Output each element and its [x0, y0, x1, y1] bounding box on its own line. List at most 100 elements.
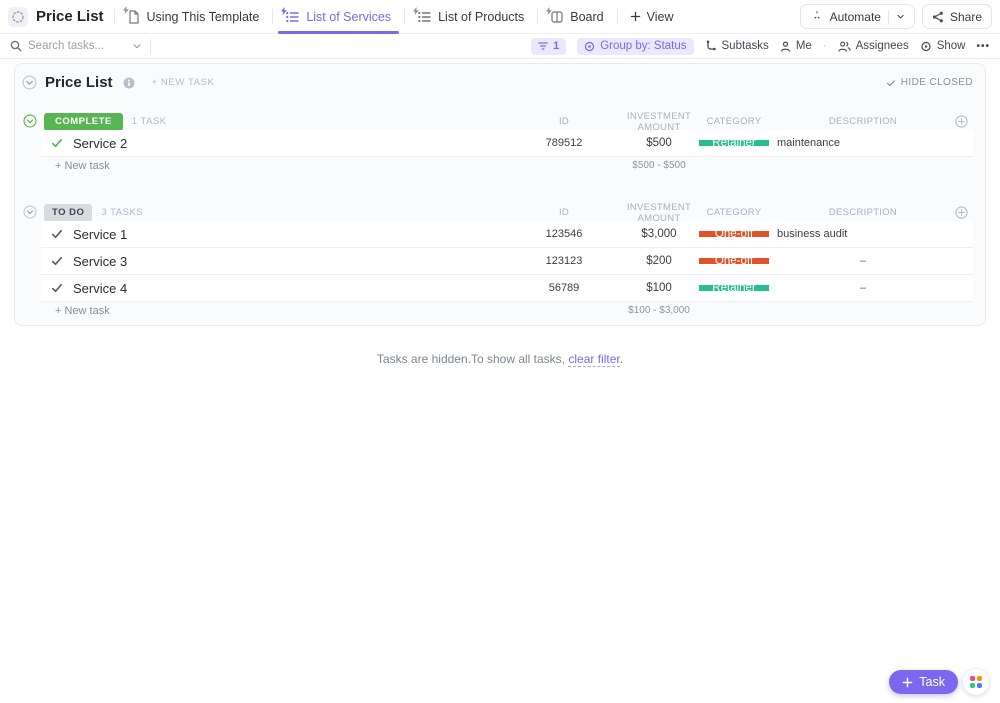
share-button[interactable]: Share	[922, 4, 992, 29]
subtasks-button[interactable]: Subtasks	[705, 40, 769, 52]
me-label: Me	[796, 40, 812, 52]
clear-filter-link[interactable]: clear filter	[568, 352, 619, 367]
page-title: Price List	[36, 8, 104, 25]
tab-board[interactable]: Board	[538, 0, 616, 33]
column-header-description[interactable]: DESCRIPTION	[769, 116, 949, 127]
hidden-tasks-period: .	[620, 352, 623, 366]
app-header: Price List Using This Template List of S…	[0, 0, 1000, 34]
task-amount[interactable]: $3,000	[619, 228, 699, 240]
task-name[interactable]: Service 3	[73, 254, 127, 269]
me-filter-button[interactable]: Me	[780, 40, 812, 52]
group-by-pill[interactable]: Group by: Status	[577, 38, 693, 55]
task-id[interactable]: 123546	[509, 228, 619, 240]
group-by-label: Group by: Status	[600, 40, 686, 52]
subtasks-icon	[705, 40, 717, 52]
plus-icon	[630, 11, 641, 22]
add-task-button[interactable]: + New task	[55, 305, 110, 317]
task-complete-check-icon[interactable]	[51, 137, 63, 149]
document-icon	[128, 10, 140, 24]
task-description[interactable]: maintenance	[769, 137, 949, 149]
bolt-icon	[546, 7, 552, 15]
task-id[interactable]: 789512	[509, 137, 619, 149]
group-todo: TO DO 3 TASKS ID INVESTMENT AMOUNT CATEG…	[15, 204, 985, 319]
category-badge[interactable]: One-off	[699, 231, 769, 237]
task-amount[interactable]: $100	[619, 282, 699, 294]
task-id[interactable]: 123123	[509, 255, 619, 267]
task-row[interactable]: Service 2 789512 $500 Retainer maintenan…	[41, 130, 973, 157]
column-header-category[interactable]: CATEGORY	[699, 116, 769, 127]
new-task-top-button[interactable]: + NEW TASK	[152, 77, 215, 88]
add-column-icon[interactable]	[949, 115, 973, 128]
task-name[interactable]: Service 2	[73, 136, 127, 151]
task-row[interactable]: Service 1 123546 $3,000 One-off business…	[41, 221, 973, 248]
category-badge[interactable]: Retainer	[699, 140, 769, 146]
task-name[interactable]: Service 4	[73, 281, 127, 296]
more-icon[interactable]: •••	[976, 41, 990, 52]
amount-range: $500 - $500	[619, 160, 699, 171]
column-header-id[interactable]: ID	[509, 207, 619, 218]
task-check-icon[interactable]	[51, 228, 63, 240]
automate-label: Automate	[830, 10, 881, 24]
share-label: Share	[950, 10, 982, 24]
check-icon	[886, 78, 896, 88]
view-spinner-icon	[8, 7, 28, 27]
fab-task-label: Task	[919, 675, 945, 689]
task-name[interactable]: Service 1	[73, 227, 127, 242]
collapse-list-icon[interactable]	[22, 75, 37, 90]
list-section-header: Price List + NEW TASK HIDE CLOSED	[15, 73, 985, 92]
hide-closed-toggle[interactable]: HIDE CLOSED	[886, 77, 973, 88]
tab-list-of-services[interactable]: List of Services	[273, 0, 404, 33]
robot-icon	[810, 10, 824, 24]
divider	[888, 10, 889, 24]
new-task-fab[interactable]: Task	[889, 670, 958, 694]
category-badge[interactable]: One-off	[699, 258, 769, 264]
search-box[interactable]	[10, 40, 142, 52]
assignees-button[interactable]: Assignees	[838, 40, 909, 52]
show-button[interactable]: Show	[920, 40, 966, 52]
hidden-tasks-text: Tasks are hidden.To show all tasks,	[377, 352, 568, 366]
group-complete: COMPLETE 1 TASK ID INVESTMENT AMOUNT CAT…	[15, 113, 985, 174]
task-description[interactable]: –	[769, 255, 949, 267]
task-check-icon[interactable]	[51, 255, 63, 267]
collapse-group-icon[interactable]	[23, 205, 38, 220]
search-input[interactable]	[28, 40, 126, 52]
tab-label: List of Products	[438, 10, 524, 24]
task-amount[interactable]: $200	[619, 255, 699, 267]
task-description[interactable]: business audit	[769, 228, 949, 240]
column-header-category[interactable]: CATEGORY	[699, 207, 769, 218]
task-row[interactable]: Service 4 56789 $100 Retainer –	[41, 275, 973, 302]
list-card: Price List + NEW TASK HIDE CLOSED COMPLE…	[14, 63, 986, 326]
add-task-button[interactable]: + New task	[55, 160, 110, 172]
task-id[interactable]: 56789	[509, 282, 619, 294]
chevron-down-icon[interactable]	[132, 41, 142, 51]
tab-using-this-template[interactable]: Using This Template	[115, 0, 273, 33]
chevron-down-icon[interactable]	[896, 12, 905, 21]
bolt-icon	[281, 7, 287, 15]
list-icon	[418, 11, 431, 23]
task-description[interactable]: –	[769, 282, 949, 294]
info-icon[interactable]	[123, 77, 135, 89]
column-header-id[interactable]: ID	[509, 116, 619, 127]
collapse-group-icon[interactable]	[23, 114, 38, 129]
task-amount[interactable]: $500	[619, 137, 699, 149]
task-row[interactable]: Service 3 123123 $200 One-off –	[41, 248, 973, 275]
category-badge[interactable]: Retainer	[699, 285, 769, 291]
task-check-icon[interactable]	[51, 282, 63, 294]
show-label: Show	[937, 40, 966, 52]
add-column-icon[interactable]	[949, 206, 973, 219]
tab-label: Using This Template	[147, 10, 260, 24]
add-view-button[interactable]: View	[618, 10, 686, 24]
column-header-description[interactable]: DESCRIPTION	[769, 207, 949, 218]
tab-list-of-products[interactable]: List of Products	[405, 0, 537, 33]
toolbar: 1 Group by: Status Subtasks Me · Assigne…	[0, 34, 1000, 59]
automate-button[interactable]: Automate	[800, 4, 915, 29]
status-badge[interactable]: COMPLETE	[44, 113, 123, 131]
hidden-tasks-message: Tasks are hidden.To show all tasks, clea…	[14, 352, 986, 366]
amount-range: $100 - $3,000	[619, 305, 699, 316]
app-launcher-button[interactable]	[963, 669, 989, 695]
status-badge[interactable]: TO DO	[44, 204, 92, 222]
group-by-icon	[584, 41, 595, 52]
filter-count: 1	[553, 40, 559, 52]
filter-count-pill[interactable]: 1	[531, 38, 566, 55]
divider	[150, 39, 151, 54]
